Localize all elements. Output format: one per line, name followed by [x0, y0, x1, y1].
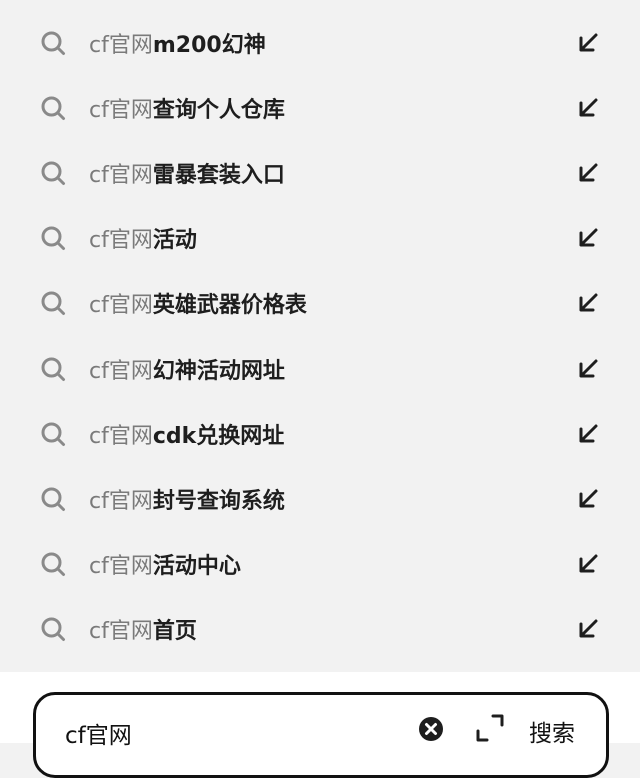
fill-arrow-icon[interactable]	[577, 553, 599, 575]
suggestion-suffix: 幻神活动网址	[152, 358, 285, 384]
suggestion-label: cf官网幻神活动网址	[89, 353, 285, 385]
search-icon	[41, 422, 65, 446]
suggestion-query: cf官网	[89, 554, 153, 580]
suggestion-suffix: 首页	[152, 619, 197, 645]
scan-icon[interactable]	[475, 713, 505, 743]
suggestion-suffix: m200幻神	[152, 32, 266, 58]
suggestion-suffix: 英雄武器价格表	[152, 293, 307, 319]
suggestion-label: cf官网查询个人仓库	[89, 92, 285, 124]
search-icon	[41, 552, 65, 577]
suggestion-item[interactable]: cf官网cdk兑换网址	[0, 401, 640, 466]
search-icon	[41, 31, 65, 55]
suggestion-suffix: 查询个人仓库	[152, 97, 285, 123]
suggestion-label: cf官网首页	[89, 613, 197, 645]
suggestion-item[interactable]: cf官网活动	[0, 206, 640, 271]
fill-arrow-icon[interactable]	[577, 292, 599, 314]
fill-arrow-icon[interactable]	[577, 358, 599, 380]
suggestion-item[interactable]: cf官网英雄武器价格表	[0, 271, 640, 336]
suggestion-item[interactable]: cf官网幻神活动网址	[0, 336, 640, 401]
suggestion-label: cf官网cdk兑换网址	[89, 418, 284, 450]
suggestion-item[interactable]: cf官网首页	[0, 597, 640, 662]
suggestion-query: cf官网	[89, 488, 153, 514]
search-icon	[41, 161, 65, 185]
suggestion-item[interactable]: cf官网雷暴套装入口	[0, 140, 640, 205]
suggestion-label: cf官网雷暴套装入口	[89, 157, 285, 189]
search-icon	[41, 96, 65, 120]
search-icon	[41, 291, 65, 316]
suggestion-suffix: 活动中心	[152, 554, 241, 580]
suggestion-suffix: 雷暴套装入口	[152, 162, 285, 188]
search-icon	[41, 487, 65, 511]
suggestion-query: cf官网	[89, 423, 153, 449]
suggestion-query: cf官网	[89, 228, 153, 254]
fill-arrow-icon[interactable]	[577, 32, 599, 54]
suggestion-label: cf官网m200幻神	[89, 27, 266, 59]
suggestion-suffix: 活动	[152, 228, 197, 254]
suggestion-label: cf官网活动	[89, 222, 197, 254]
suggestion-query: cf官网	[89, 358, 153, 384]
suggestion-label: cf官网英雄武器价格表	[89, 287, 307, 319]
suggestion-item[interactable]: cf官网m200幻神	[0, 10, 640, 75]
suggestion-query: cf官网	[89, 293, 153, 319]
search-icon	[41, 226, 65, 251]
suggestion-list: cf官网m200幻神 cf官网查询个人仓库 cf官网雷暴套装入口 cf官网活动 …	[0, 10, 640, 662]
fill-arrow-icon[interactable]	[577, 488, 599, 510]
suggestion-item[interactable]: cf官网查询个人仓库	[0, 75, 640, 140]
fill-arrow-icon[interactable]	[577, 618, 599, 640]
suggestion-query: cf官网	[89, 619, 153, 645]
fill-arrow-icon[interactable]	[577, 423, 599, 445]
fill-arrow-icon[interactable]	[577, 97, 599, 119]
clear-icon[interactable]	[418, 716, 444, 742]
suggestion-suffix: cdk兑换网址	[152, 423, 285, 449]
suggestion-item[interactable]: cf官网活动中心	[0, 532, 640, 597]
suggestion-suffix: 封号查询系统	[152, 488, 285, 514]
suggestion-query: cf官网	[89, 162, 153, 188]
suggestion-query: cf官网	[89, 32, 153, 58]
search-input[interactable]: cf官网	[65, 716, 132, 750]
fill-arrow-icon[interactable]	[577, 227, 599, 249]
suggestion-label: cf官网封号查询系统	[89, 483, 285, 515]
fill-arrow-icon[interactable]	[577, 162, 599, 184]
suggestion-item[interactable]: cf官网封号查询系统	[0, 466, 640, 531]
search-icon	[41, 357, 65, 381]
suggestion-label: cf官网活动中心	[89, 548, 241, 580]
search-icon	[41, 617, 65, 642]
suggestion-query: cf官网	[89, 97, 153, 123]
